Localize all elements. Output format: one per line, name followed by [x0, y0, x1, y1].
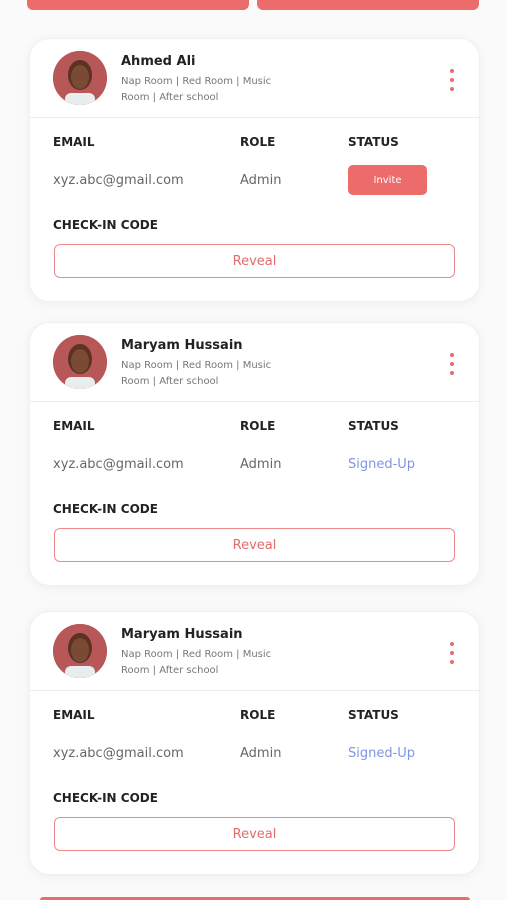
user-list-screen: Ahmed Ali Nap Room | Red Room | Music Ro…	[0, 0, 507, 900]
user-name: Ahmed Ali	[121, 54, 196, 69]
reveal-button[interactable]: Reveal	[54, 528, 455, 562]
checkin-code-label: CHECK-IN CODE	[53, 502, 158, 516]
user-avatar	[53, 51, 107, 105]
user-role: Admin	[240, 173, 282, 188]
user-avatar	[53, 624, 107, 678]
status-label: STATUS	[348, 419, 399, 433]
role-label: ROLE	[240, 708, 276, 722]
user-name: Maryam Hussain	[121, 627, 243, 642]
kebab-menu-icon[interactable]	[449, 69, 455, 91]
status-label: STATUS	[348, 135, 399, 149]
checkin-code-label: CHECK-IN CODE	[53, 218, 158, 232]
user-card: Ahmed Ali Nap Room | Red Room | Music Ro…	[29, 38, 480, 302]
user-card: Maryam Hussain Nap Room | Red Room | Mus…	[29, 611, 480, 875]
top-action-bar	[0, 0, 507, 12]
user-email: xyz.abc@gmail.com	[53, 457, 184, 472]
email-label: EMAIL	[53, 708, 95, 722]
top-left-button[interactable]	[27, 0, 249, 10]
user-card: Maryam Hussain Nap Room | Red Room | Mus…	[29, 322, 480, 586]
role-label: ROLE	[240, 419, 276, 433]
user-card-header: Maryam Hussain Nap Room | Red Room | Mus…	[30, 323, 479, 402]
user-avatar	[53, 335, 107, 389]
user-name: Maryam Hussain	[121, 338, 243, 353]
user-role: Admin	[240, 746, 282, 761]
reveal-button[interactable]: Reveal	[54, 817, 455, 851]
kebab-menu-icon[interactable]	[449, 353, 455, 375]
user-rooms: Nap Room | Red Room | Music Room | After…	[121, 360, 272, 387]
status-label: STATUS	[348, 708, 399, 722]
user-rooms: Nap Room | Red Room | Music Room | After…	[121, 76, 272, 103]
invite-button[interactable]: Invite	[348, 165, 427, 195]
user-rooms: Nap Room | Red Room | Music Room | After…	[121, 649, 272, 676]
user-card-header: Maryam Hussain Nap Room | Red Room | Mus…	[30, 612, 479, 691]
status-signed-up: Signed-Up	[348, 457, 416, 472]
user-role: Admin	[240, 457, 282, 472]
kebab-menu-icon[interactable]	[449, 642, 455, 664]
email-label: EMAIL	[53, 419, 95, 433]
email-label: EMAIL	[53, 135, 95, 149]
user-email: xyz.abc@gmail.com	[53, 746, 184, 761]
role-label: ROLE	[240, 135, 276, 149]
checkin-code-label: CHECK-IN CODE	[53, 791, 158, 805]
user-card-header: Ahmed Ali Nap Room | Red Room | Music Ro…	[30, 39, 479, 118]
reveal-button[interactable]: Reveal	[54, 244, 455, 278]
top-right-button[interactable]	[257, 0, 479, 10]
status-signed-up: Signed-Up	[348, 746, 416, 761]
user-email: xyz.abc@gmail.com	[53, 173, 184, 188]
